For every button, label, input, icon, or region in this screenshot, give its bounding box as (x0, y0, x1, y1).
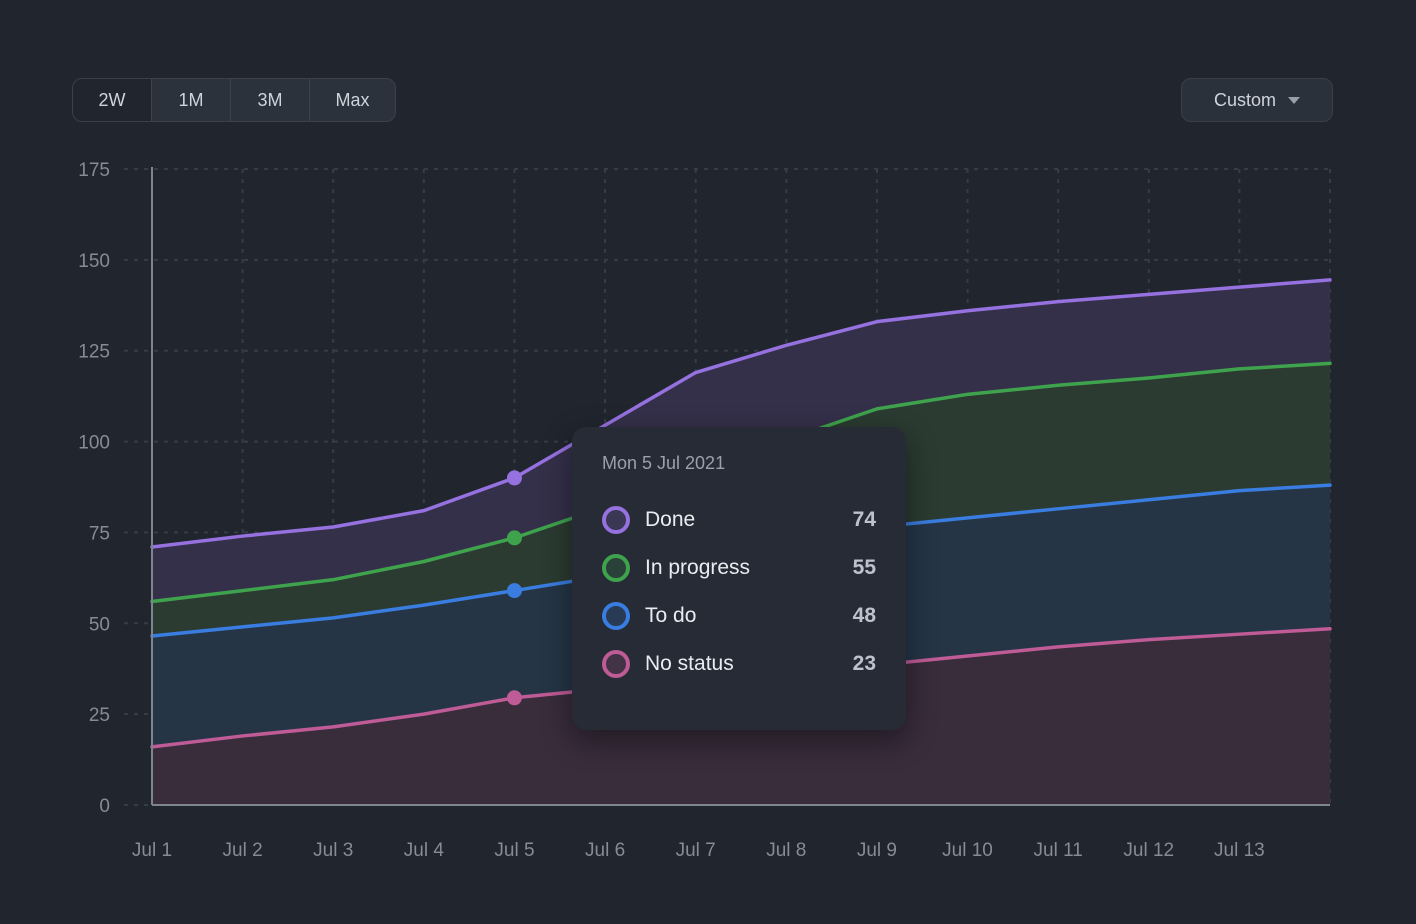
svg-text:Jul 3: Jul 3 (313, 840, 353, 861)
tooltip-row-value: 74 (853, 508, 876, 532)
svg-text:150: 150 (78, 251, 110, 272)
tooltip-date: Mon 5 Jul 2021 (602, 453, 876, 474)
svg-text:Jul 7: Jul 7 (676, 840, 716, 861)
tooltip-row-label: No status (645, 652, 853, 676)
svg-text:Jul 5: Jul 5 (494, 840, 534, 861)
tooltip-row-no-status: No status 23 (602, 640, 876, 688)
done-status-ring-icon (602, 506, 630, 534)
tooltip-row-value: 55 (853, 556, 876, 580)
svg-text:Jul 4: Jul 4 (404, 840, 445, 861)
tooltip-row-label: In progress (645, 556, 853, 580)
svg-text:0: 0 (99, 796, 110, 817)
tooltip-row-in-progress: In progress 55 (602, 544, 876, 592)
svg-text:Jul 12: Jul 12 (1123, 840, 1174, 861)
svg-text:Jul 2: Jul 2 (223, 840, 263, 861)
svg-text:175: 175 (78, 160, 110, 181)
svg-text:Jul 6: Jul 6 (585, 840, 625, 861)
tooltip-row-to-do: To do 48 (602, 592, 876, 640)
tooltip-row-label: Done (645, 508, 853, 532)
svg-text:100: 100 (78, 433, 110, 454)
svg-text:Jul 10: Jul 10 (942, 840, 993, 861)
to-do-status-ring-icon (602, 602, 630, 630)
no-status-ring-icon (602, 650, 630, 678)
tooltip-row-value: 48 (853, 604, 876, 628)
tooltip-row-value: 23 (853, 652, 876, 676)
svg-text:25: 25 (89, 705, 110, 726)
svg-text:Jul 13: Jul 13 (1214, 840, 1265, 861)
tooltip-row-done: Done 74 (602, 496, 876, 544)
tooltip-row-label: To do (645, 604, 853, 628)
svg-text:50: 50 (89, 614, 110, 635)
svg-text:Jul 1: Jul 1 (132, 840, 172, 861)
svg-text:Jul 11: Jul 11 (1034, 840, 1083, 861)
svg-text:75: 75 (89, 523, 110, 544)
chart-tooltip: Mon 5 Jul 2021 Done 74 In progress 55 To… (572, 427, 906, 730)
svg-text:125: 125 (78, 342, 110, 363)
in-progress-status-ring-icon (602, 554, 630, 582)
svg-text:Jul 9: Jul 9 (857, 840, 897, 861)
svg-text:Jul 8: Jul 8 (766, 840, 806, 861)
